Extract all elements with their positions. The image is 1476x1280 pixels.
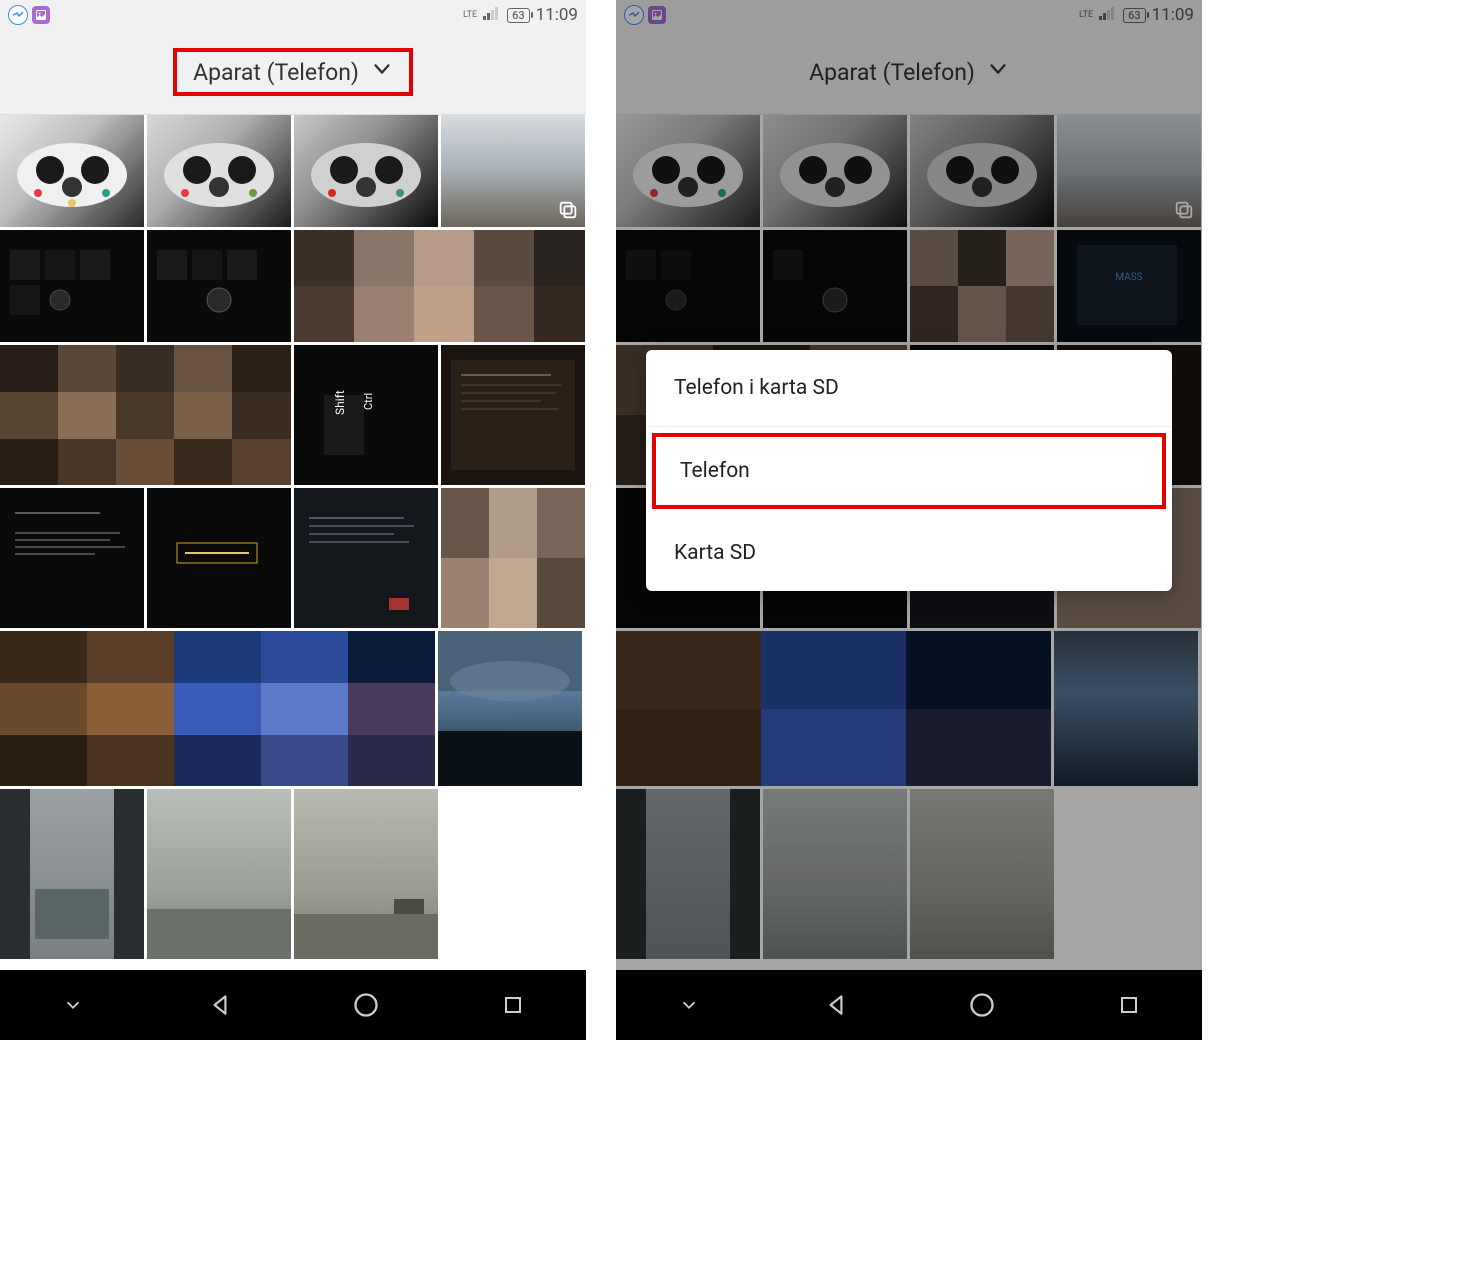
photo-thumb[interactable] — [0, 789, 144, 959]
signal-icon — [483, 6, 501, 24]
android-navbar — [0, 970, 586, 1040]
svg-text:Ctrl: Ctrl — [362, 393, 375, 410]
photo-thumb[interactable] — [294, 115, 438, 227]
storage-menu: Telefon i karta SD Telefon Karta SD — [646, 350, 1172, 591]
photo-thumb-blurred[interactable] — [0, 345, 291, 485]
gallery-app-icon — [32, 6, 50, 24]
gallery-header: Aparat (Telefon) — [0, 30, 586, 115]
photo-thumb[interactable] — [438, 631, 582, 786]
nav-back-icon[interactable] — [816, 985, 856, 1025]
svg-text:Shift: Shift — [333, 390, 347, 415]
photo-thumb[interactable] — [0, 230, 144, 342]
album-dropdown[interactable]: Aparat (Telefon) — [173, 48, 413, 96]
photo-thumb-blurred[interactable] — [0, 631, 435, 786]
nav-chevron-down-icon[interactable] — [669, 985, 709, 1025]
status-bar: LTE 63 11:09 — [0, 0, 586, 30]
android-navbar — [616, 970, 1202, 1040]
photo-thumb[interactable] — [147, 230, 291, 342]
photo-thumb[interactable] — [0, 488, 144, 628]
photo-thumb[interactable] — [147, 488, 291, 628]
lte-indicator: LTE — [463, 11, 477, 20]
photo-thumb[interactable] — [294, 789, 438, 959]
photo-thumb[interactable] — [441, 115, 585, 227]
nav-back-icon[interactable] — [200, 985, 240, 1025]
phone-right: LTE 63 11:09 Aparat (Telefon) — [616, 0, 1202, 1040]
nav-recent-icon[interactable] — [493, 985, 533, 1025]
photo-thumb[interactable] — [0, 115, 144, 227]
photo-grid[interactable]: Shift Ctrl — [0, 115, 586, 970]
nav-home-icon[interactable] — [962, 985, 1002, 1025]
menu-item-phone-and-sd[interactable]: Telefon i karta SD — [646, 350, 1172, 427]
burst-icon — [557, 199, 579, 221]
menu-item-phone[interactable]: Telefon — [652, 433, 1166, 509]
photo-thumb[interactable] — [147, 115, 291, 227]
battery-indicator: 63 — [507, 8, 530, 23]
photo-thumb[interactable] — [441, 345, 585, 485]
nav-home-icon[interactable] — [346, 985, 386, 1025]
phone-left: LTE 63 11:09 Aparat (Telefon) — [0, 0, 586, 1040]
album-title: Aparat (Telefon) — [193, 59, 359, 86]
photo-thumb[interactable] — [147, 789, 291, 959]
chevron-down-icon — [371, 58, 393, 86]
photo-thumb-blurred[interactable] — [441, 488, 585, 628]
clock: 11:09 — [536, 5, 578, 25]
photo-thumb[interactable]: Shift Ctrl — [294, 345, 438, 485]
photo-thumb[interactable] — [294, 488, 438, 628]
photo-thumb-blurred[interactable] — [294, 230, 585, 342]
messenger-icon — [8, 5, 28, 25]
menu-item-sd[interactable]: Karta SD — [646, 515, 1172, 591]
nav-chevron-down-icon[interactable] — [53, 985, 93, 1025]
nav-recent-icon[interactable] — [1109, 985, 1149, 1025]
